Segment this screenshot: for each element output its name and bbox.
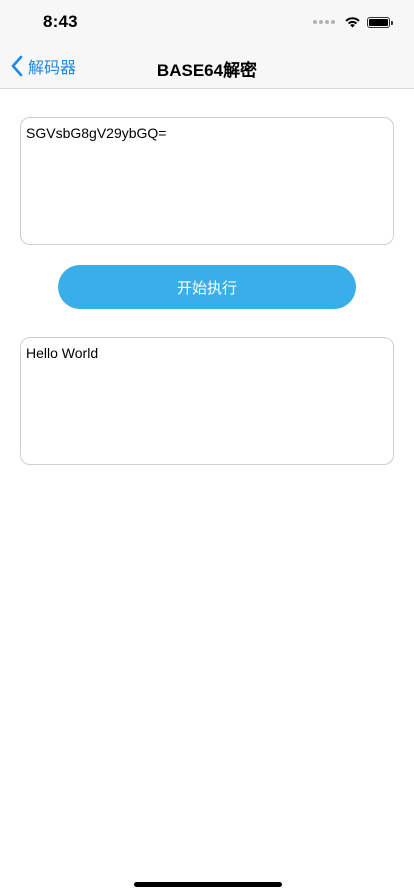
base64-input-field[interactable]: SGVsbG8gV29ybGQ= — [20, 117, 394, 245]
battery-icon — [367, 16, 393, 28]
cellular-signal-icon — [313, 20, 335, 24]
status-time: 8:43 — [43, 12, 78, 31]
home-indicator — [134, 882, 282, 887]
wifi-icon — [345, 17, 360, 28]
status-icons — [313, 15, 393, 29]
status-bar: 8:43 — [0, 0, 414, 44]
screen: 8:43 解码器 BASE64解密 SGVsbG8gV29ybGQ= 开始执行 … — [0, 0, 414, 896]
page-title: BASE64解密 — [156, 61, 258, 80]
run-button[interactable]: 开始执行 — [58, 265, 356, 309]
navigation-bar: 解码器 BASE64解密 — [0, 44, 414, 88]
decoded-output-field[interactable]: Hello World — [20, 337, 394, 465]
